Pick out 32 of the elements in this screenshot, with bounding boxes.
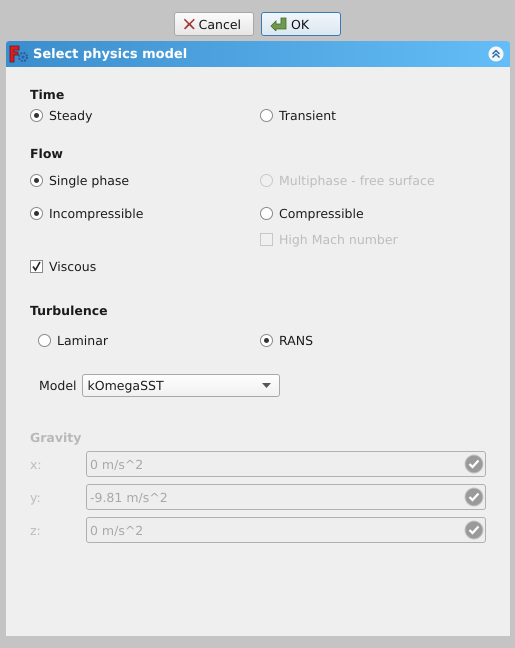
check-icon (464, 487, 484, 507)
app-gear-icon (9, 45, 29, 63)
close-icon (183, 17, 196, 31)
option-label: Compressible (279, 206, 364, 220)
radio-button[interactable] (260, 108, 273, 122)
section-heading: Time (30, 87, 66, 102)
option-label: Single phase (49, 172, 130, 188)
option-label: Viscous (49, 258, 96, 274)
radio-button[interactable] (30, 108, 43, 122)
model-label: Model (39, 378, 77, 393)
checkbox[interactable] (30, 260, 43, 272)
check-icon (464, 520, 484, 540)
radio-button[interactable] (38, 334, 51, 346)
option-label: Transient (279, 108, 336, 122)
option-label: Steady (49, 108, 93, 122)
section-heading: Flow (30, 146, 64, 161)
check-arrow-icon (270, 17, 288, 31)
radio-button[interactable] (260, 334, 273, 346)
collapse-icon[interactable] (488, 46, 504, 62)
option-label: RANS (279, 332, 314, 348)
radio-button[interactable] (30, 206, 43, 220)
panel-title: Select physics model (33, 46, 188, 62)
dropdown-arrow-icon (262, 383, 271, 388)
cancel-button[interactable]: Cancel (174, 12, 254, 36)
radio-button[interactable] (30, 174, 43, 186)
check-icon (464, 454, 484, 474)
section-heading: Turbulence (30, 303, 109, 318)
option-label: Incompressible (49, 206, 144, 220)
model-dropdown[interactable]: kOmegaSST (82, 374, 280, 397)
option-label: Laminar (57, 332, 108, 348)
radio-button[interactable] (260, 206, 273, 220)
ok-button[interactable]: OK (261, 12, 341, 36)
